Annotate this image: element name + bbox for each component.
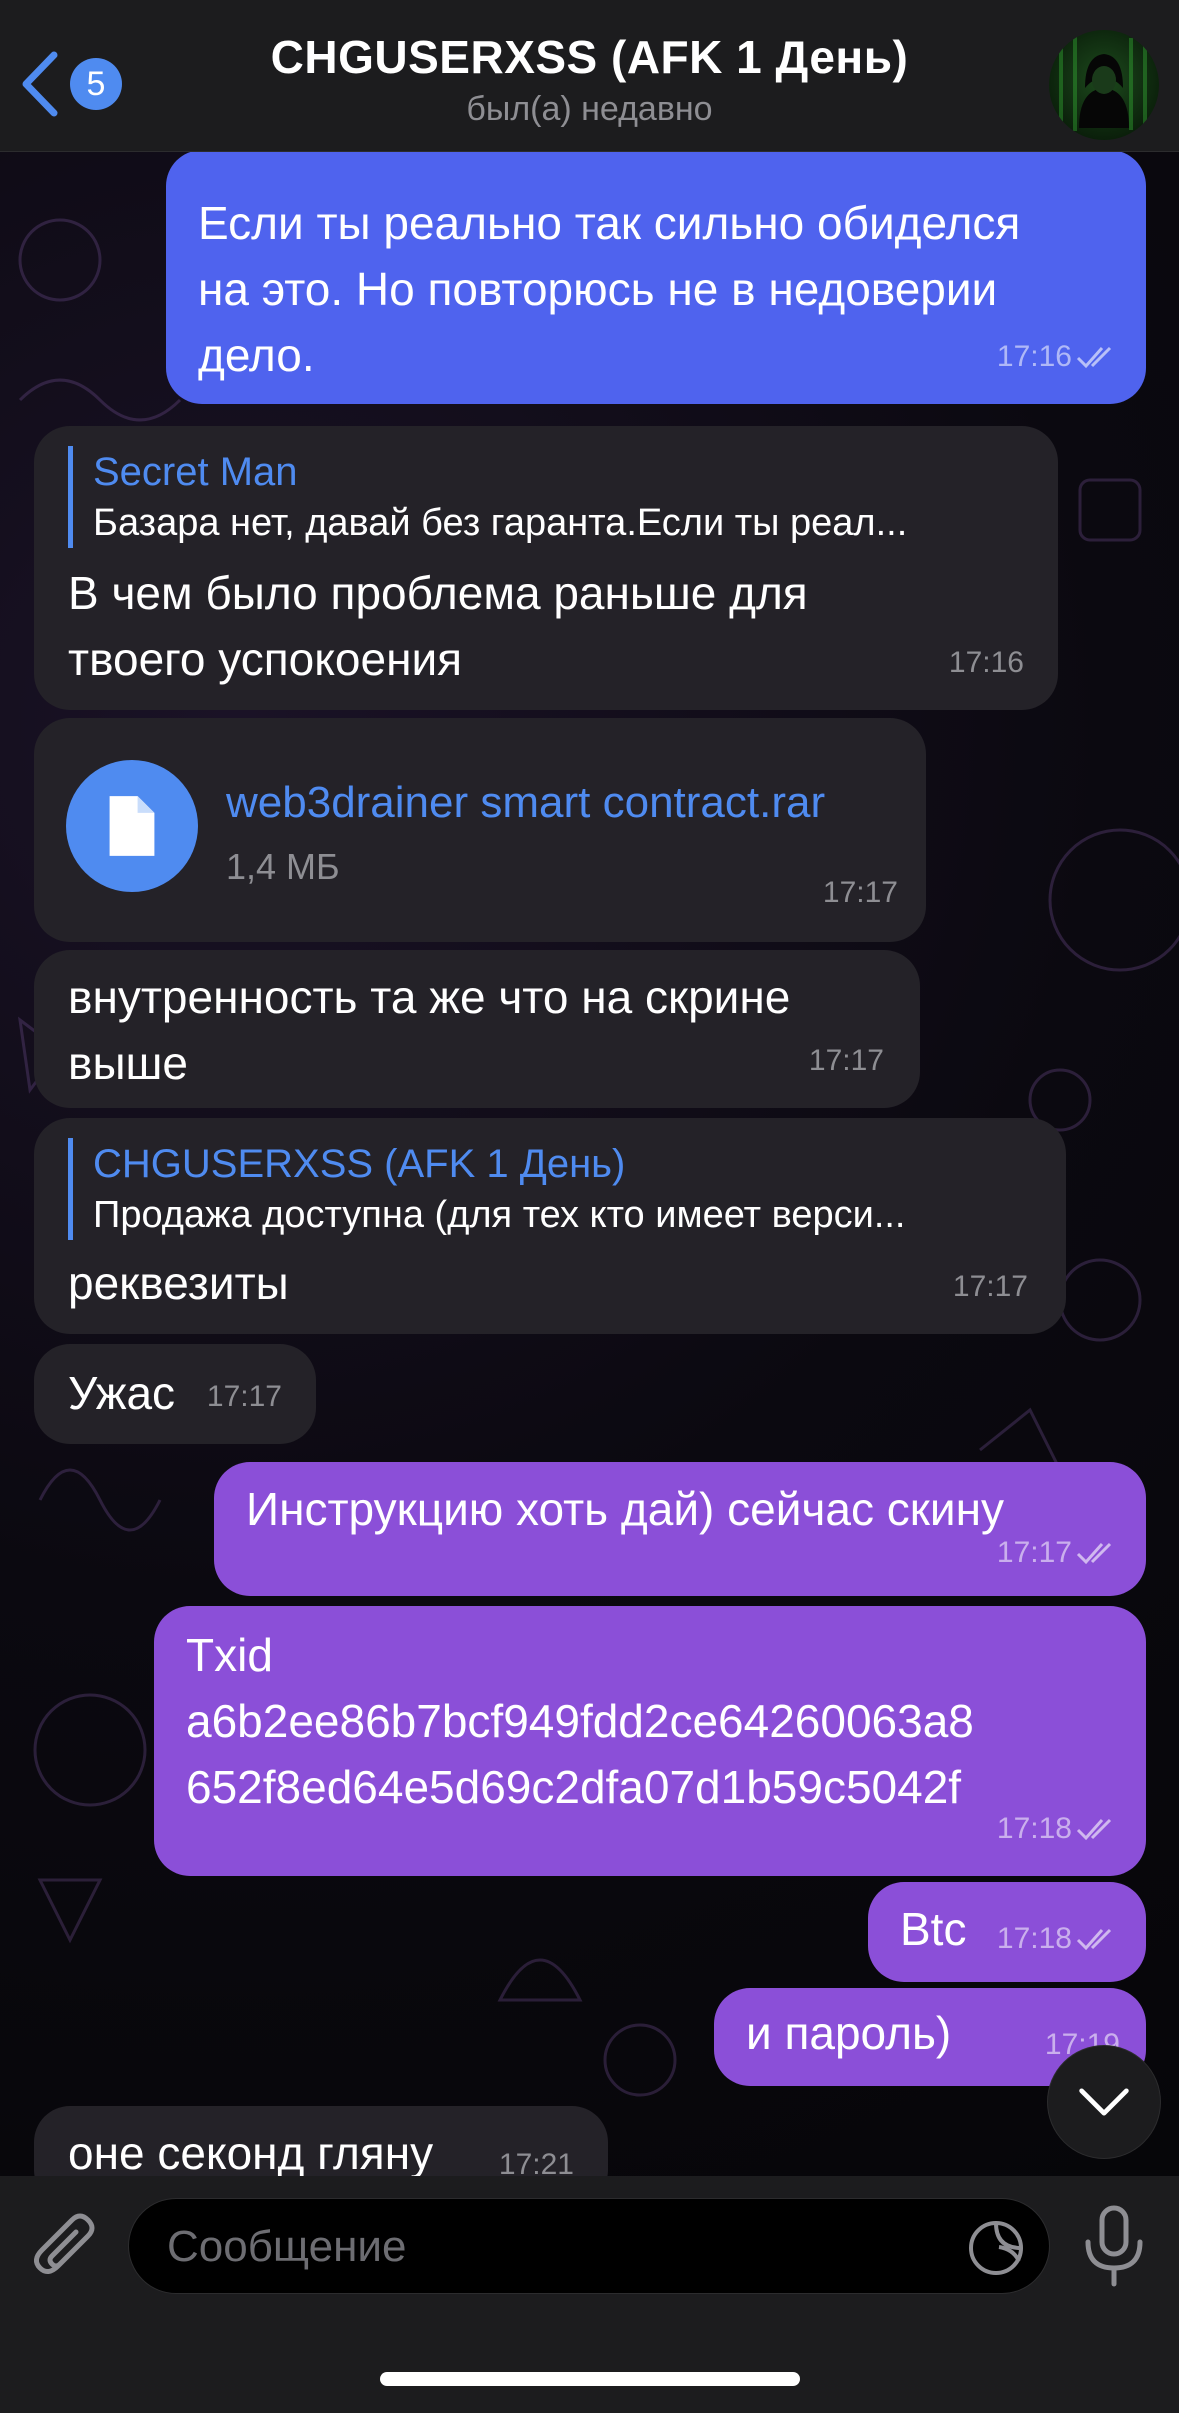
sticker-icon[interactable] <box>967 2219 1025 2277</box>
message-time: 17:18 <box>997 1906 1120 1972</box>
message-time: 17:17 <box>808 1044 884 1077</box>
reply-author: CHGUSERXSS (AFK 1 День) <box>93 1142 626 1186</box>
file-message-bubble[interactable]: web3drainer smart contract.rar 1,4 МБ 17… <box>34 718 926 942</box>
double-check-icon <box>1076 1818 1112 1841</box>
message-text: Ужас <box>68 1367 176 1419</box>
message-text: Инструкцию хоть дай) сейчас скину <box>246 1483 1004 1535</box>
double-check-icon <box>1076 1928 1112 1951</box>
message-bubble-outgoing[interactable]: Инструкцию хоть дай) сейчас скину 17:17 <box>214 1462 1146 1596</box>
message-text: В чем было проблема раньше для твоего ус… <box>68 567 808 685</box>
message-bubble-incoming[interactable]: внутренность та же что на скрине выше 17… <box>34 950 920 1108</box>
back-button[interactable]: 5 <box>18 48 138 120</box>
message-bubble-outgoing[interactable]: Txid a6b2ee86b7bcf949fdd2ce64260063a8 65… <box>154 1606 1146 1876</box>
reply-author: Secret Man <box>93 450 298 494</box>
avatar[interactable] <box>1049 30 1159 140</box>
message-text: внутренность та же что на скрине выше <box>68 971 791 1089</box>
scroll-to-bottom-button[interactable] <box>1048 2046 1160 2158</box>
reply-snippet: Продажа доступна (для тех кто имеет верс… <box>93 1194 906 1236</box>
chat-title: CHGUSERXSS (AFK 1 День) <box>270 31 909 83</box>
message-time: 17:16 <box>997 324 1120 390</box>
message-input-bar <box>0 2176 1179 2413</box>
message-text: реквезиты <box>68 1257 289 1309</box>
unread-count-badge: 5 <box>70 58 122 110</box>
hacker-avatar-icon <box>1059 36 1147 131</box>
message-text: Btc <box>900 1903 967 1955</box>
message-time: 17:18 <box>997 1796 1120 1862</box>
message-bubble-outgoing[interactable]: Если ты реально так сильно обиделся на э… <box>166 150 1146 404</box>
chat-title-area[interactable]: CHGUSERXSS (AFK 1 День) был(а) недавно <box>180 30 999 129</box>
message-field[interactable] <box>128 2198 1050 2295</box>
reply-quote[interactable]: CHGUSERXSS (AFK 1 День) Продажа доступна… <box>68 1138 1036 1240</box>
message-bubble-outgoing[interactable]: Btc 17:18 <box>868 1882 1146 1982</box>
message-text: Txid a6b2ee86b7bcf949fdd2ce64260063a8 65… <box>186 1629 974 1813</box>
message-time: 17:17 <box>206 1380 282 1413</box>
message-time: 17:17 <box>997 1520 1120 1586</box>
file-size: 1,4 МБ <box>226 846 340 887</box>
double-check-icon <box>1076 1542 1112 1565</box>
message-text: и пароль) <box>746 2007 952 2059</box>
message-text: Если ты реально так сильно обиделся на э… <box>198 197 1021 381</box>
file-download-button[interactable] <box>66 760 198 892</box>
reply-snippet: Базара нет, давай без гаранта.Если ты ре… <box>93 502 908 544</box>
file-name[interactable]: web3drainer smart contract.rar <box>226 770 825 836</box>
chevron-left-icon <box>22 51 58 117</box>
message-input[interactable] <box>167 2199 967 2295</box>
paperclip-icon[interactable] <box>28 2206 104 2286</box>
reply-quote[interactable]: Secret Man Базара нет, давай без гаранта… <box>68 446 1028 548</box>
home-indicator[interactable] <box>380 2372 800 2386</box>
message-bubble-incoming[interactable]: Ужас 17:17 <box>34 1344 316 1444</box>
chat-header: 5 CHGUSERXSS (AFK 1 День) был(а) недавно <box>0 0 1179 152</box>
chat-status: был(а) недавно <box>466 90 713 128</box>
chevron-down-icon <box>1079 2088 1129 2116</box>
message-bubble-incoming[interactable]: CHGUSERXSS (AFK 1 День) Продажа доступна… <box>34 1118 1066 1334</box>
message-time: 17:17 <box>952 1270 1028 1303</box>
double-check-icon <box>1076 346 1112 369</box>
message-bubble-incoming[interactable]: Secret Man Базара нет, давай без гаранта… <box>34 426 1058 710</box>
message-time: 17:16 <box>948 646 1024 679</box>
document-icon <box>109 796 155 856</box>
microphone-icon[interactable] <box>1080 2204 1148 2288</box>
message-time: 17:17 <box>822 876 898 909</box>
